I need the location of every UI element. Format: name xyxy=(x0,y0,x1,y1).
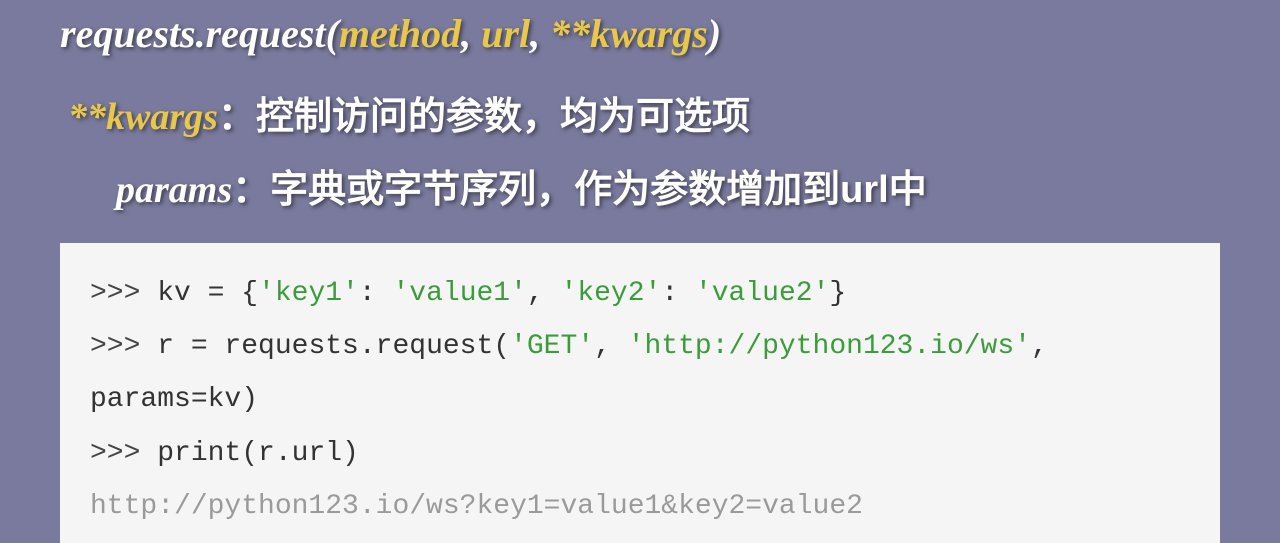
code-line-2: >>> r = requests.request('GET', 'http://… xyxy=(90,320,1190,426)
params-label: params xyxy=(116,169,232,211)
code-line-3: >>> print(r.url) xyxy=(90,427,1190,480)
sig-arg-method: method xyxy=(339,11,461,56)
kwargs-label: **kwargs xyxy=(68,96,218,138)
sig-prefix: requests.request( xyxy=(60,11,339,56)
params-text: 字典或字节序列，作为参数增加到url中 xyxy=(270,169,927,211)
slide-content: requests.request(method, url, **kwargs) … xyxy=(0,0,1280,505)
code-example-box: >>> kv = {'key1': 'value1', 'key2': 'val… xyxy=(60,243,1220,543)
sig-arg-kwargs: **kwargs xyxy=(550,11,708,56)
sig-suffix: ) xyxy=(708,11,721,56)
kwargs-text: 控制访问的参数，均为可选项 xyxy=(256,96,750,138)
params-description: params：字典或字节序列，作为参数增加到url中 xyxy=(60,158,1220,213)
sig-sep2: , xyxy=(530,11,550,56)
prompt: >>> xyxy=(90,438,157,469)
code-line-1: >>> kv = {'key1': 'value1', 'key2': 'val… xyxy=(90,267,1190,320)
prompt: >>> xyxy=(90,331,157,362)
sig-sep1: , xyxy=(461,11,481,56)
sig-arg-url: url xyxy=(481,11,530,56)
params-colon: ： xyxy=(232,169,270,211)
code-output-line: http://python123.io/ws?key1=value1&key2=… xyxy=(90,480,1190,533)
kwargs-description: **kwargs：控制访问的参数，均为可选项 xyxy=(60,85,1220,140)
prompt: >>> xyxy=(90,278,157,309)
output-text: http://python123.io/ws?key1=value1&key2=… xyxy=(90,491,863,522)
kwargs-colon: ： xyxy=(218,96,256,138)
function-signature: requests.request(method, url, **kwargs) xyxy=(60,10,1220,57)
